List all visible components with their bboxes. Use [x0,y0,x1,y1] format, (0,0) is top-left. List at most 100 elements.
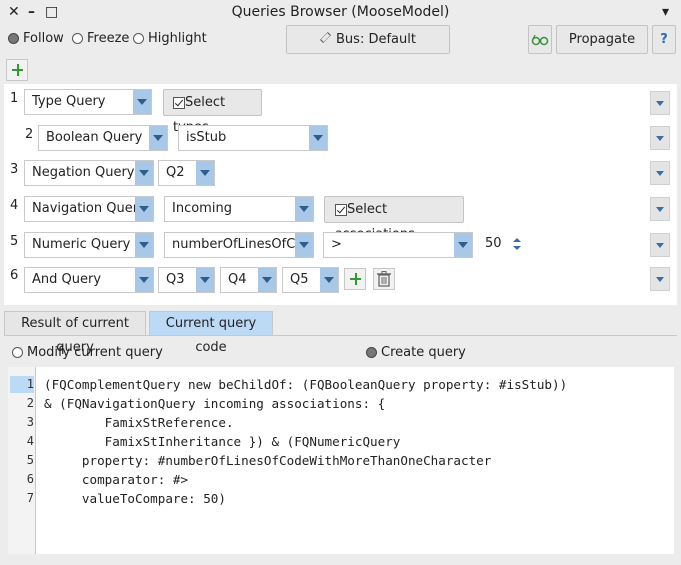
pencil-icon [320,32,331,43]
line-number: 3 [26,415,34,429]
query-6-child-1-label: Q3 [166,272,185,287]
chevron-down-icon [320,268,338,292]
window-title: Queries Browser (MooseModel) [231,4,450,20]
propagate-button[interactable]: Propagate [556,25,648,54]
chevron-down-icon [454,233,472,257]
create-query-label: Create query [381,345,466,360]
highlight-radio[interactable] [133,33,144,44]
modify-query-option[interactable]: Modify current query [12,345,163,360]
mode-freeze[interactable]: Freeze [72,31,129,49]
query-5-type-dropdown[interactable]: Numeric Query [24,232,154,258]
chevron-down-icon [295,233,313,257]
chevron-down-icon [133,90,151,114]
chevron-down-icon [135,233,153,257]
query-2-options-icon[interactable] [650,126,670,150]
query-3-child-dropdown[interactable]: Q2 [158,160,215,186]
window-menu-icon[interactable]: ▾ [662,0,669,24]
code-line: & (FQNavigationQuery incoming associatio… [44,396,386,411]
line-number: 5 [26,453,34,467]
code-line: property: #numberOfLinesOfCodeWithMoreTh… [44,453,492,468]
query-5-value[interactable]: 50 [485,236,502,251]
queries-browser-window: ✕ – □ Queries Browser (MooseModel) ▾ Fol… [0,0,681,565]
tab-divider [4,335,677,336]
value-stepper-icon[interactable] [512,237,522,251]
line-number: 6 [26,472,34,486]
query-4-type-dropdown[interactable]: Navigation Query [24,196,154,222]
tab-result-of-current-query[interactable]: Result of current query [4,311,146,355]
query-6-type-dropdown[interactable]: And Query [24,267,154,293]
add-query-button[interactable] [6,59,28,81]
freeze-radio[interactable] [72,33,83,44]
code-line: valueToCompare: 50) [44,491,226,506]
bus-label: Bus: Default [336,32,416,47]
title-bar: ✕ – □ Queries Browser (MooseModel) ▾ [0,0,681,24]
follow-label: Follow [23,31,64,46]
chevron-down-icon [295,197,313,221]
query-5-type-label: Numeric Query [32,237,131,252]
chevron-down-icon [196,268,214,292]
chevron-down-icon [135,161,153,185]
query-5-comparator-dropdown[interactable]: > [323,232,473,258]
mode-follow[interactable]: Follow [8,31,64,49]
query-1-options-icon[interactable] [650,91,670,115]
modify-query-label: Modify current query [27,345,163,360]
query-5-property-dropdown[interactable]: numberOfLinesOfCode [164,232,314,258]
query-3-child-label: Q2 [166,165,185,180]
select-types-checkbox[interactable] [173,96,185,109]
line-number: 7 [26,491,34,505]
query-2-type-label: Boolean Query [46,130,143,145]
query-5-comparator-label: > [331,237,342,252]
query-4-direction-label: Incoming [172,201,232,216]
glasses-button[interactable] [528,25,552,54]
delete-query-button[interactable] [373,268,395,290]
create-query-radio[interactable] [366,347,377,358]
query-3-type-dropdown[interactable]: Negation Query [24,160,154,186]
help-button[interactable]: ? [652,25,676,54]
query-6-child-2-label: Q4 [228,272,247,287]
query-2-type-dropdown[interactable]: Boolean Query [38,125,168,151]
code-line: FamixStReference. [44,415,234,430]
query-3-type-label: Negation Query [32,165,135,180]
query-6-child-3-dropdown[interactable]: Q5 [282,267,339,293]
query-5-options-icon[interactable] [650,233,670,257]
trash-icon [377,271,391,287]
add-child-query-button[interactable] [344,268,366,290]
query-6-options-icon[interactable] [650,267,670,291]
select-types-button[interactable]: Select types [163,89,262,135]
query-2-property-dropdown[interactable]: isStub [178,125,328,151]
query-3-options-icon[interactable] [650,161,670,185]
code-line: (FQComplementQuery new beChildOf: (FQBoo… [44,377,568,392]
line-number: 4 [26,434,34,448]
query-5-property-label: numberOfLinesOfCode [172,237,314,252]
line-number: 1 [10,376,34,393]
query-1-number: 1 [10,91,19,106]
modify-query-radio[interactable] [12,347,23,358]
query-5-number: 5 [10,234,19,249]
bus-button[interactable]: Bus: Default [286,25,450,54]
select-associations-checkbox[interactable] [335,203,347,216]
query-4-options-icon[interactable] [650,197,670,221]
chevron-down-icon [135,197,153,221]
query-6-type-label: And Query [32,272,102,287]
line-number: 2 [26,396,34,410]
query-1-type-label: Type Query [32,94,106,109]
query-4-type-label: Navigation Query [32,201,146,216]
code-line: FamixStInheritance }) & (FQNumericQuery [44,434,401,449]
query-6-child-1-dropdown[interactable]: Q3 [158,267,215,293]
query-2-property-label: isStub [186,130,227,145]
follow-radio[interactable] [8,33,19,44]
mode-highlight[interactable]: Highlight [133,31,207,49]
tab-current-query-code[interactable]: Current query code [149,311,273,355]
query-6-child-2-dropdown[interactable]: Q4 [220,267,277,293]
query-2-number: 2 [25,127,34,142]
code-line: comparator: #> [44,472,189,487]
query-4-direction-dropdown[interactable]: Incoming [164,196,314,222]
chevron-down-icon [135,268,153,292]
chevron-down-icon [309,126,327,150]
chevron-down-icon [258,268,276,292]
chevron-down-icon [196,161,214,185]
select-associations-button[interactable]: Select associations [324,196,464,242]
query-1-type-dropdown[interactable]: Type Query [24,89,152,115]
chevron-down-icon [149,126,167,150]
create-query-option[interactable]: Create query [366,345,466,360]
